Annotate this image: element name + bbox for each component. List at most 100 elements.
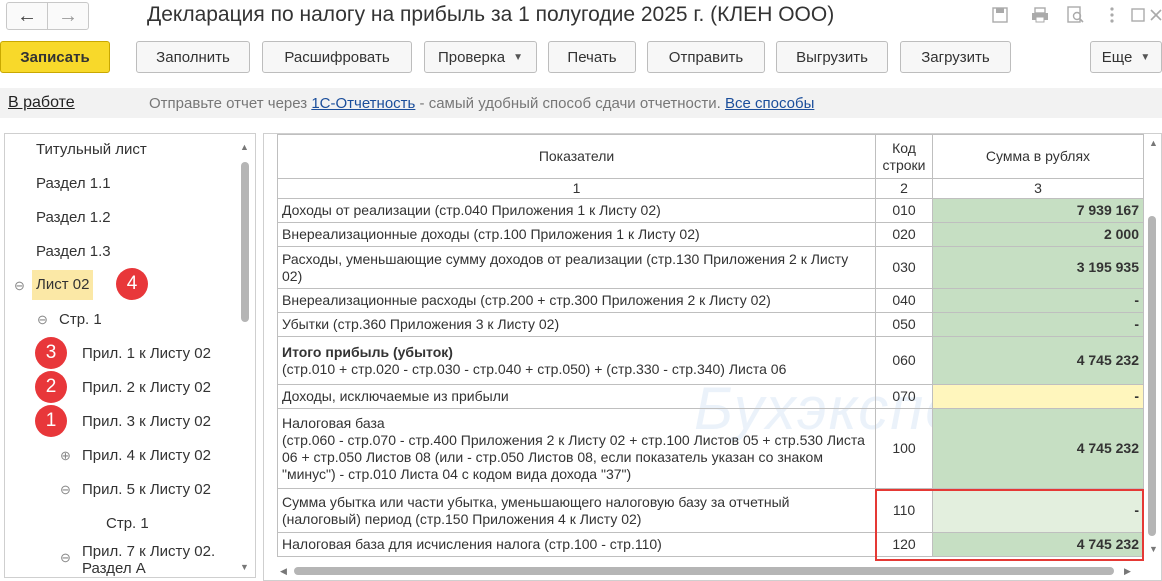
tree-item-appendix-5[interactable]: Прил. 5 к Листу 02 <box>82 475 211 505</box>
tree-item-section-1-1[interactable]: Раздел 1.1 <box>36 169 111 199</box>
row-value[interactable]: - <box>932 384 1144 409</box>
header-num-3: 3 <box>932 178 1144 199</box>
tree-item-title-page[interactable]: Титульный лист <box>36 135 147 165</box>
export-button[interactable]: Выгрузить <box>776 41 888 73</box>
title-bar: ← → Декларация по налогу на прибыль за 1… <box>0 0 1162 34</box>
scroll-right-icon[interactable]: ▶ <box>1124 566 1131 577</box>
tree-item-section-1-2[interactable]: Раздел 1.2 <box>36 203 111 233</box>
import-button[interactable]: Загрузить <box>900 41 1011 73</box>
annotation-badge-1: 1 <box>35 405 67 437</box>
fill-button[interactable]: Заполнить <box>136 41 250 73</box>
row-value[interactable]: - <box>932 312 1144 337</box>
collapse-icon[interactable]: ⊖ <box>59 483 72 496</box>
collapse-icon[interactable]: ⊖ <box>59 551 72 564</box>
tree-item-appendix-2[interactable]: Прил. 2 к Листу 02 <box>82 373 211 403</box>
tree-item-appendix-1[interactable]: Прил. 1 к Листу 02 <box>82 339 211 369</box>
tree-scrollbar-thumb[interactable] <box>241 162 249 322</box>
annotation-badge-4: 4 <box>116 268 148 300</box>
row-value[interactable]: 7 939 167 <box>932 198 1144 223</box>
table-row: Налоговая база (стр.060 - стр.070 - стр.… <box>277 408 1144 489</box>
scroll-down-icon[interactable]: ▼ <box>1149 544 1158 554</box>
table-row: Доходы, исключаемые из прибыли 070 - <box>277 384 1144 409</box>
row-label-title: Налоговая база <box>282 414 385 431</box>
decode-button[interactable]: Расшифровать <box>262 41 412 73</box>
tree-item-sheet-02[interactable]: Лист 02 <box>32 270 94 300</box>
row-value[interactable]: - <box>932 288 1144 313</box>
print-button[interactable]: Печать <box>548 41 636 73</box>
forward-button[interactable]: → <box>47 2 89 30</box>
arrow-left-icon: ← <box>17 4 37 27</box>
info-text-before: Отправьте отчет через <box>149 95 312 112</box>
save-button[interactable]: Записать <box>0 41 110 73</box>
row-label: Внереализационные расходы (стр.200 + стр… <box>277 288 876 313</box>
row-code: 100 <box>875 408 933 489</box>
more-label: Еще <box>1101 48 1133 66</box>
row-code: 050 <box>875 312 933 337</box>
window-title: Декларация по налогу на прибыль за 1 пол… <box>147 3 835 26</box>
tree-item-appendix-5-page-1[interactable]: Стр. 1 <box>106 509 149 539</box>
row-code: 020 <box>875 222 933 247</box>
row-value[interactable]: 2 000 <box>932 222 1144 247</box>
tree-item-appendix-3[interactable]: Прил. 3 к Листу 02 <box>82 407 211 437</box>
row-label: Убытки (стр.360 Приложения 3 к Листу 02) <box>277 312 876 337</box>
close-icon[interactable] <box>1146 5 1162 25</box>
more-icon[interactable] <box>1102 5 1122 25</box>
header-sum: Сумма в рублях <box>932 134 1144 179</box>
table-vertical-scrollbar-thumb[interactable] <box>1148 216 1156 536</box>
row-code: 070 <box>875 384 933 409</box>
link-1c-reporting[interactable]: 1С-Отчетность <box>311 95 415 112</box>
arrow-right-icon: → <box>58 4 78 27</box>
sections-tree: Титульный лист Раздел 1.1 Раздел 1.2 Раз… <box>4 133 256 578</box>
header-indicators: Показатели <box>277 134 876 179</box>
row-value[interactable]: 4 745 232 <box>932 336 1144 385</box>
header-num-2: 2 <box>875 178 933 199</box>
tree-item-appendix-4[interactable]: Прил. 4 к Листу 02 <box>82 441 211 471</box>
scroll-left-icon[interactable]: ◀ <box>280 566 287 577</box>
table-row: Расходы, уменьшающие сумму доходов от ре… <box>277 246 1144 289</box>
row-label: Сумма убытка или части убытка, уменьшающ… <box>277 488 876 533</box>
scroll-up-icon[interactable]: ▲ <box>240 142 249 152</box>
annotation-badge-3: 3 <box>35 337 67 369</box>
tree-item-section-1-3[interactable]: Раздел 1.3 <box>36 237 111 267</box>
tree-item-appendix-7[interactable]: Прил. 7 к Листу 02. Раздел А <box>82 543 232 577</box>
table-horizontal-scrollbar-thumb[interactable] <box>294 567 1114 575</box>
row-value[interactable]: 4 745 232 <box>932 408 1144 489</box>
row-label-formula: (стр.010 + стр.020 - стр.030 - стр.040 +… <box>282 360 787 377</box>
highlight-frame <box>875 489 1144 561</box>
collapse-icon[interactable]: ⊖ <box>36 313 49 326</box>
row-label: Налоговая база (стр.060 - стр.070 - стр.… <box>277 408 876 489</box>
annotation-badge-2: 2 <box>35 371 67 403</box>
link-all-methods[interactable]: Все способы <box>725 95 814 112</box>
maximize-icon[interactable] <box>1128 5 1148 25</box>
row-label: Внереализационные доходы (стр.100 Прилож… <box>277 222 876 247</box>
table-row: Итого прибыль (убыток) (стр.010 + стр.02… <box>277 336 1144 385</box>
expand-icon[interactable]: ⊕ <box>59 449 72 462</box>
info-text: Отправьте отчет через 1С-Отчетность - са… <box>149 95 814 112</box>
more-dropdown-button[interactable]: Еще ▼ <box>1090 41 1162 73</box>
table-row: Внереализационные расходы (стр.200 + стр… <box>277 288 1144 313</box>
check-label: Проверка <box>437 48 506 66</box>
save-icon[interactable] <box>990 5 1010 25</box>
row-label: Итого прибыль (убыток) (стр.010 + стр.02… <box>277 336 876 385</box>
scroll-down-icon[interactable]: ▼ <box>240 562 249 572</box>
collapse-icon[interactable]: ⊖ <box>13 279 26 292</box>
chevron-down-icon: ▼ <box>1140 51 1151 63</box>
row-code: 040 <box>875 288 933 313</box>
back-button[interactable]: ← <box>6 2 48 30</box>
info-bar: В работе Отправьте отчет через 1С-Отчетн… <box>0 88 1162 118</box>
check-dropdown-button[interactable]: Проверка ▼ <box>424 41 537 73</box>
report-form: Бухэксперт Показатели Код строки Сумма в… <box>263 133 1162 581</box>
table-row: Убытки (стр.360 Приложения 3 к Листу 02)… <box>277 312 1144 337</box>
row-label: Доходы от реализации (стр.040 Приложения… <box>277 198 876 223</box>
scroll-up-icon[interactable]: ▲ <box>1149 138 1158 148</box>
row-label: Налоговая база для исчисления налога (ст… <box>277 532 876 557</box>
row-label-title: Итого прибыль (убыток) <box>282 343 453 360</box>
table-row: Доходы от реализации (стр.040 Приложения… <box>277 198 1144 223</box>
send-button[interactable]: Отправить <box>647 41 765 73</box>
tree-item-page-1[interactable]: Стр. 1 <box>59 305 102 335</box>
row-code: 010 <box>875 198 933 223</box>
status-link[interactable]: В работе <box>8 94 75 112</box>
print-icon[interactable] <box>1030 5 1050 25</box>
preview-icon[interactable] <box>1066 5 1086 25</box>
row-value[interactable]: 3 195 935 <box>932 246 1144 289</box>
